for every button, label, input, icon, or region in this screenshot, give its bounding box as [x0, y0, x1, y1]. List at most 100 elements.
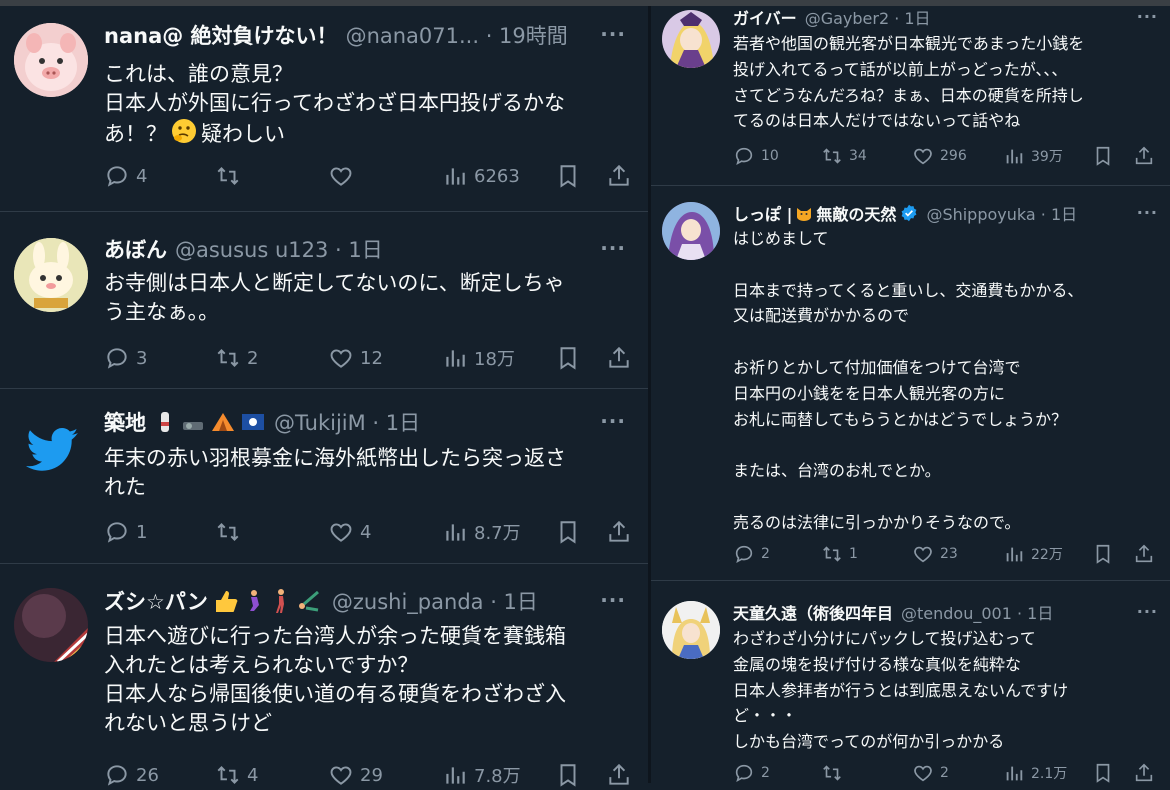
bookmark-button[interactable]: [1092, 144, 1114, 168]
tweet-card[interactable]: ガイバー @Gayber2 · 1日 ··· 若者や他国の観光客が日本観光であま…: [651, 6, 1170, 186]
retweet-button[interactable]: 1: [821, 542, 858, 566]
bookmark-button[interactable]: [555, 161, 581, 191]
reply-count: 26: [136, 764, 159, 786]
heart-icon: [914, 148, 932, 165]
retweet-count: 34: [849, 148, 867, 164]
views-button[interactable]: 2.1万: [1003, 761, 1067, 785]
anime-girl-avatar[interactable]: [662, 10, 720, 68]
reply-button[interactable]: 26: [104, 760, 159, 790]
like-button[interactable]: 23: [912, 542, 958, 566]
handle-time[interactable]: @Shippoyuka · 1日: [926, 202, 1077, 224]
views-button[interactable]: 6263: [442, 161, 520, 191]
like-button[interactable]: 2: [912, 761, 949, 785]
bookmark-button[interactable]: [555, 760, 581, 790]
display-name[interactable]: 天童久遠（術後四年目: [733, 601, 893, 623]
display-name[interactable]: nana@ 絶対負けない！: [104, 20, 338, 50]
more-options-button[interactable]: ···: [600, 409, 626, 433]
like-count: 12: [360, 347, 383, 369]
tweet-card[interactable]: 築地 @TukijiM · 1日 ··· 年末の赤い羽根募金に海外紙幣出したら突…: [0, 389, 648, 564]
display-name[interactable]: 築地: [104, 407, 146, 437]
tweet-card[interactable]: 天童久遠（術後四年目 @tendou_001 · 1日 ··· わざわざ小分けに…: [651, 581, 1170, 783]
share-button[interactable]: [606, 343, 632, 373]
handle-time[interactable]: @tendou_001 · 1日: [901, 601, 1053, 623]
retweet-button[interactable]: 4: [215, 760, 258, 790]
more-options-button[interactable]: ···: [600, 236, 626, 260]
like-button[interactable]: [328, 161, 360, 191]
bookmark-button[interactable]: [1092, 761, 1114, 785]
like-button[interactable]: 12: [328, 343, 383, 373]
reply-button[interactable]: 10: [733, 144, 779, 168]
rabbit-avatar[interactable]: [14, 238, 88, 312]
tweet-card[interactable]: nana@ 絶対負けない！ @nana071... · 19時間 ··· これは…: [0, 6, 648, 212]
views-chart-icon: [446, 767, 465, 784]
reply-button[interactable]: 2: [733, 542, 770, 566]
more-options-button[interactable]: ···: [1137, 602, 1158, 621]
twitter-bird-avatar[interactable]: [14, 411, 88, 485]
pig-avatar[interactable]: [14, 23, 88, 97]
like-button[interactable]: 29: [328, 760, 383, 790]
reply-button[interactable]: 1: [104, 517, 147, 547]
retweet-button[interactable]: [215, 161, 247, 191]
heart-icon: [330, 523, 352, 542]
person-cartwheel-icon: [298, 590, 319, 612]
bookmark-button[interactable]: [1092, 542, 1114, 566]
reply-count: 1: [136, 521, 148, 543]
views-button[interactable]: 39万: [1003, 144, 1063, 168]
fox-girl-avatar[interactable]: [662, 601, 720, 659]
reply-button[interactable]: 3: [104, 343, 147, 373]
reply-button[interactable]: 2: [733, 761, 770, 785]
share-button[interactable]: [606, 517, 632, 547]
handle-time[interactable]: @asusus u123 · 1日: [175, 234, 383, 264]
tweet-card[interactable]: ズシ☆パン @zushi_panda · 1日 ··· 日本へ遊びに行った台湾人…: [0, 564, 648, 787]
views-chart-icon: [446, 168, 465, 185]
views-button[interactable]: 18万: [442, 343, 515, 373]
tweet-text: これは、誰の意見？ 日本人が外国に行ってわざわざ日本円投げるかな あ！？ 疑わしい: [104, 60, 618, 152]
planet-avatar[interactable]: [14, 588, 88, 662]
retweet-button[interactable]: 34: [821, 144, 867, 168]
tweet-text: 年末の赤い羽根募金に海外紙幣出したら突っ返さ れた: [104, 446, 566, 499]
more-options-button[interactable]: ···: [600, 588, 626, 612]
more-options-button[interactable]: ···: [600, 22, 626, 46]
reply-count: 2: [761, 546, 770, 562]
display-name[interactable]: しっぽ |: [733, 202, 792, 224]
share-button[interactable]: [606, 161, 632, 191]
tweet-card[interactable]: あぼん @asusus u123 · 1日 ··· お寺側は日本人と断定してない…: [0, 212, 648, 389]
name-emoji-decorations: [154, 410, 266, 434]
handle-time[interactable]: @zushi_panda · 1日: [332, 586, 538, 616]
verified-badge-icon: [902, 204, 917, 222]
share-button[interactable]: [1133, 144, 1155, 168]
like-button[interactable]: 4: [328, 517, 371, 547]
more-options-button[interactable]: ···: [1137, 7, 1158, 26]
bookmark-icon: [1096, 544, 1110, 564]
anime-girl-purple-avatar[interactable]: [662, 202, 720, 260]
views-button[interactable]: 22万: [1003, 542, 1063, 566]
handle-time[interactable]: @TukijiM · 1日: [274, 407, 420, 437]
retweet-button[interactable]: [215, 517, 247, 547]
handle-time[interactable]: @Gayber2 · 1日: [805, 6, 931, 28]
tweet-card[interactable]: しっぽ | 無敵の天然 @Shippoyuka · 1日 ··· はじめまして …: [651, 186, 1170, 581]
thinking-face-icon: [171, 118, 197, 152]
views-button[interactable]: 8.7万: [442, 517, 521, 547]
share-button[interactable]: [1133, 761, 1155, 785]
thumbs-up-icon: [215, 591, 238, 612]
bookmark-button[interactable]: [555, 517, 581, 547]
more-options-button[interactable]: ···: [1137, 203, 1158, 222]
handle-time[interactable]: @nana071... · 19時間: [346, 20, 568, 50]
views-button[interactable]: 7.8万: [442, 760, 521, 790]
retweet-button[interactable]: 2: [215, 343, 258, 373]
retweet-button[interactable]: [821, 761, 849, 785]
share-button[interactable]: [606, 760, 632, 790]
tweet-header: 築地 @TukijiM · 1日: [104, 407, 628, 437]
bookmark-icon: [560, 764, 576, 787]
display-name-suffix[interactable]: 無敵の天然: [816, 202, 896, 224]
display-name[interactable]: ガイバー: [733, 6, 797, 28]
like-button[interactable]: 296: [912, 144, 967, 168]
share-button[interactable]: [1133, 542, 1155, 566]
share-icon: [609, 763, 629, 785]
reply-button[interactable]: 4: [104, 161, 147, 191]
display-name[interactable]: あぼん: [104, 234, 167, 264]
display-name[interactable]: ズシ☆パン: [104, 586, 208, 616]
share-icon: [1135, 763, 1153, 782]
tent-icon: [212, 413, 234, 431]
bookmark-button[interactable]: [555, 343, 581, 373]
